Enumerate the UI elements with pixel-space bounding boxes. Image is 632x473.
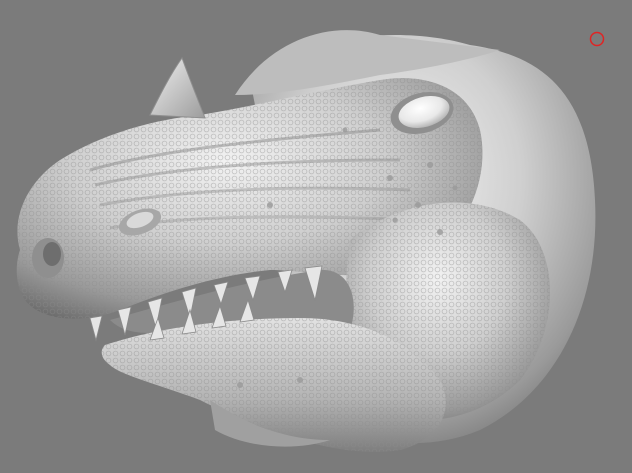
dinosaur-head-model[interactable] bbox=[0, 0, 632, 473]
nasal-horn bbox=[149, 56, 206, 119]
3d-viewport[interactable] bbox=[0, 0, 632, 473]
pivot-circle-icon[interactable] bbox=[589, 31, 605, 47]
